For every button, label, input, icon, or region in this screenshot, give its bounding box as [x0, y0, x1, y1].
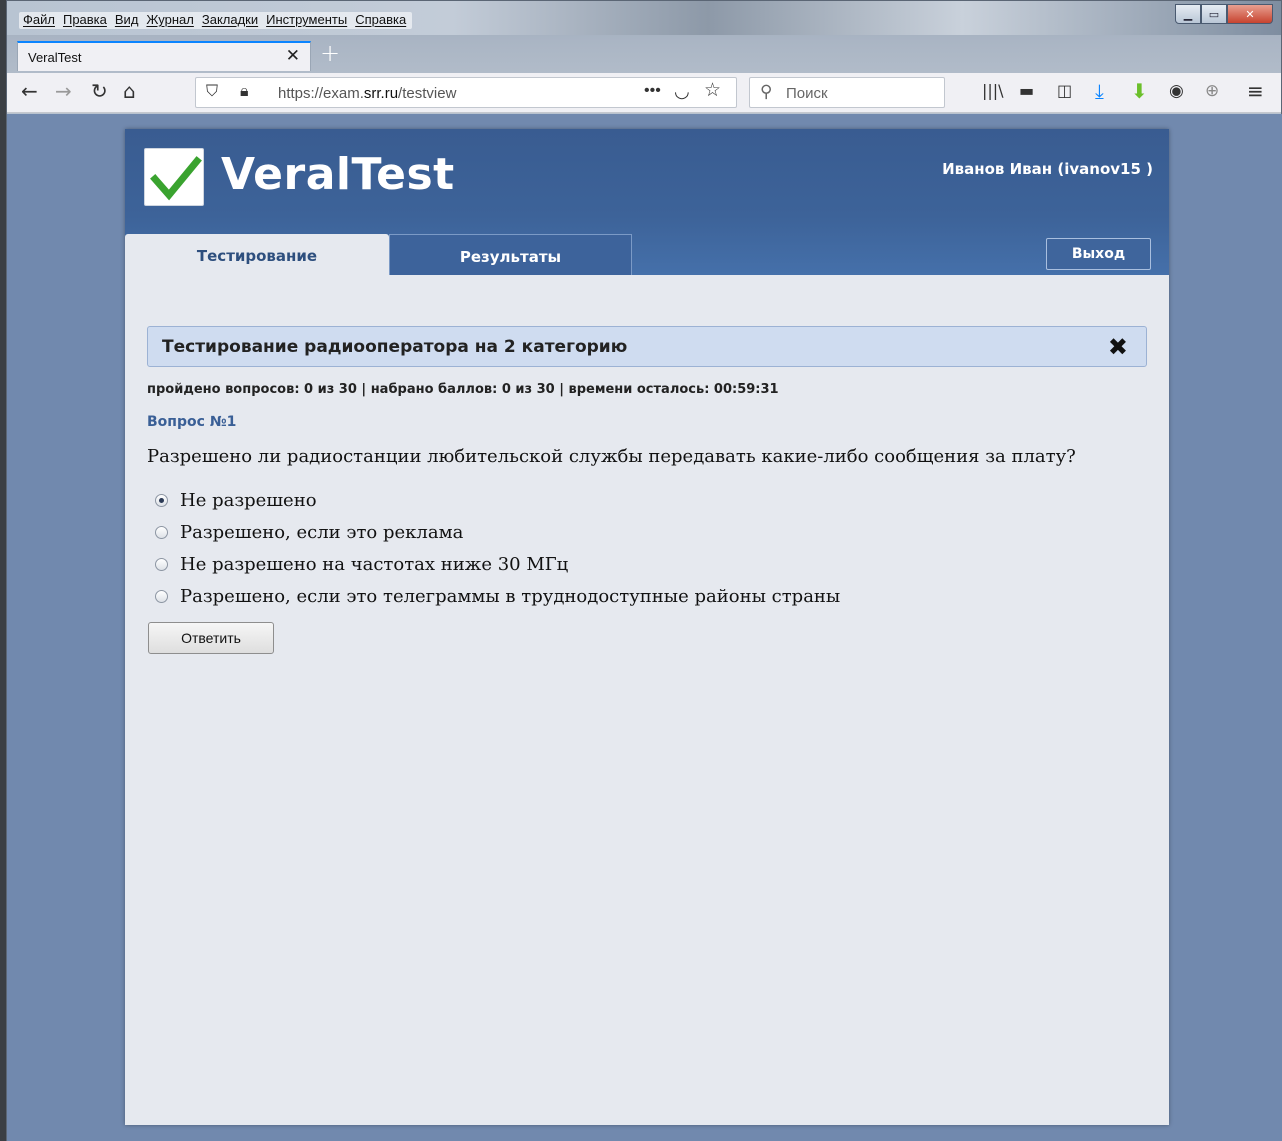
globe-icon[interactable]: ⊕ — [1205, 81, 1219, 101]
search-placeholder: Поиск — [786, 85, 828, 102]
nav-bar: ← → ↻ ⌂ ⛉ 🔒︎ https://exam.srr.ru/testvie… — [7, 73, 1281, 113]
answer-label: Разрешено, если это реклама — [180, 521, 464, 543]
app-panel: VeralTest Иванов Иван (ivanov15 ) Тестир… — [125, 129, 1169, 1125]
bookmark-star-icon[interactable]: ☆ — [704, 81, 721, 101]
tab-testing[interactable]: Тестирование — [125, 234, 389, 275]
new-tab-icon[interactable]: + — [320, 39, 340, 67]
tracking-shield-icon[interactable]: ⛉ — [206, 82, 218, 102]
answer-label: Не разрешено на частотах ниже 30 МГц — [180, 553, 569, 575]
minimize-icon[interactable]: ▁ — [1175, 4, 1201, 24]
radio-button[interactable] — [155, 525, 168, 539]
app-header: VeralTest Иванов Иван (ivanov15 ) Тестир… — [125, 129, 1169, 275]
browser-tab-title: VeralTest — [28, 50, 82, 65]
menu-view[interactable]: Вид — [115, 12, 139, 27]
answer-label: Разрешено, если это телеграммы в труднод… — [180, 585, 841, 607]
submit-answer-button[interactable]: Ответить — [148, 622, 274, 654]
test-title: Тестирование радиооператора на 2 категор… — [162, 337, 628, 357]
url-path: /testview — [398, 85, 457, 102]
close-test-icon[interactable]: ✖ — [1108, 333, 1128, 361]
window-controls: ▁ ▭ ✕ — [1175, 4, 1273, 24]
menu-bar: Файл Правка Вид Журнал Закладки Инструме… — [7, 1, 1281, 35]
tab-close-icon[interactable]: ✕ — [286, 46, 300, 66]
close-window-icon[interactable]: ✕ — [1227, 4, 1273, 24]
radio-button[interactable] — [155, 589, 168, 603]
tab-strip: VeralTest ✕ + — [7, 35, 1281, 73]
account-icon[interactable]: ◉ — [1169, 81, 1184, 101]
extension-download-icon[interactable]: ⬇ — [1131, 81, 1148, 101]
browser-tab[interactable]: VeralTest ✕ — [17, 41, 311, 71]
radio-button[interactable] — [155, 557, 168, 571]
sidebar-icon[interactable]: ◫ — [1057, 81, 1072, 101]
url-text[interactable]: https://exam.srr.ru/testview — [278, 85, 456, 102]
maximize-icon[interactable]: ▭ — [1201, 4, 1227, 24]
search-input[interactable]: ⚲ Поиск — [749, 77, 945, 108]
menu-edit[interactable]: Правка — [63, 12, 107, 27]
user-name: Иванов Иван (ivanov15 ) — [942, 160, 1153, 178]
logo-text: VeralTest — [221, 149, 455, 200]
menu-items: Файл Правка Вид Журнал Закладки Инструме… — [19, 12, 413, 29]
answer-list: Не разрешено Разрешено, если это реклама… — [155, 484, 840, 612]
test-title-bar: Тестирование радиооператора на 2 категор… — [147, 326, 1147, 367]
menu-tools[interactable]: Инструменты — [266, 12, 347, 27]
test-stats: пройдено вопросов: 0 из 30 | набрано бал… — [147, 382, 779, 397]
logo-checkmark-icon — [144, 148, 204, 206]
browser-window: Файл Правка Вид Журнал Закладки Инструме… — [6, 0, 1282, 1141]
radio-button[interactable] — [155, 493, 168, 507]
menu-help[interactable]: Справка — [355, 12, 406, 27]
home-icon[interactable]: ⌂ — [123, 81, 136, 101]
menu-file[interactable]: Файл — [23, 12, 55, 27]
back-icon[interactable]: ← — [21, 81, 38, 101]
url-prefix: https://exam. — [278, 85, 364, 102]
search-icon: ⚲ — [760, 82, 773, 101]
menu-history[interactable]: Журнал — [146, 12, 193, 27]
answer-option[interactable]: Разрешено, если это телеграммы в труднод… — [155, 580, 840, 612]
answer-label: Не разрешено — [180, 489, 317, 511]
answer-option[interactable]: Не разрешено на частотах ниже 30 МГц — [155, 548, 840, 580]
url-domain: srr.ru — [363, 85, 399, 102]
menu-hamburger-icon[interactable]: ≡ — [1247, 81, 1264, 101]
lock-icon[interactable]: 🔒︎ — [240, 82, 249, 102]
download-icon[interactable]: ⤓ — [1095, 81, 1104, 101]
pocket-icon[interactable]: ◡ — [674, 81, 690, 101]
tab-results[interactable]: Результаты — [389, 234, 632, 275]
question-number: Вопрос №1 — [147, 414, 237, 430]
page-content: VeralTest Иванов Иван (ivanov15 ) Тестир… — [7, 114, 1282, 1141]
answer-option[interactable]: Не разрешено — [155, 484, 840, 516]
library-icon[interactable]: |||\ — [982, 81, 1004, 101]
answer-option[interactable]: Разрешено, если это реклама — [155, 516, 840, 548]
page-actions-icon[interactable]: ••• — [644, 81, 661, 101]
question-text: Разрешено ли радиостанции любительской с… — [147, 446, 1076, 467]
screenshot-icon[interactable]: ▬ — [1019, 81, 1034, 101]
reload-icon[interactable]: ↻ — [91, 81, 108, 101]
logout-button[interactable]: Выход — [1046, 238, 1151, 270]
menu-bookmarks[interactable]: Закладки — [202, 12, 258, 27]
url-bar[interactable]: ⛉ 🔒︎ https://exam.srr.ru/testview ••• ◡ … — [195, 77, 737, 108]
forward-icon[interactable]: → — [55, 81, 72, 101]
